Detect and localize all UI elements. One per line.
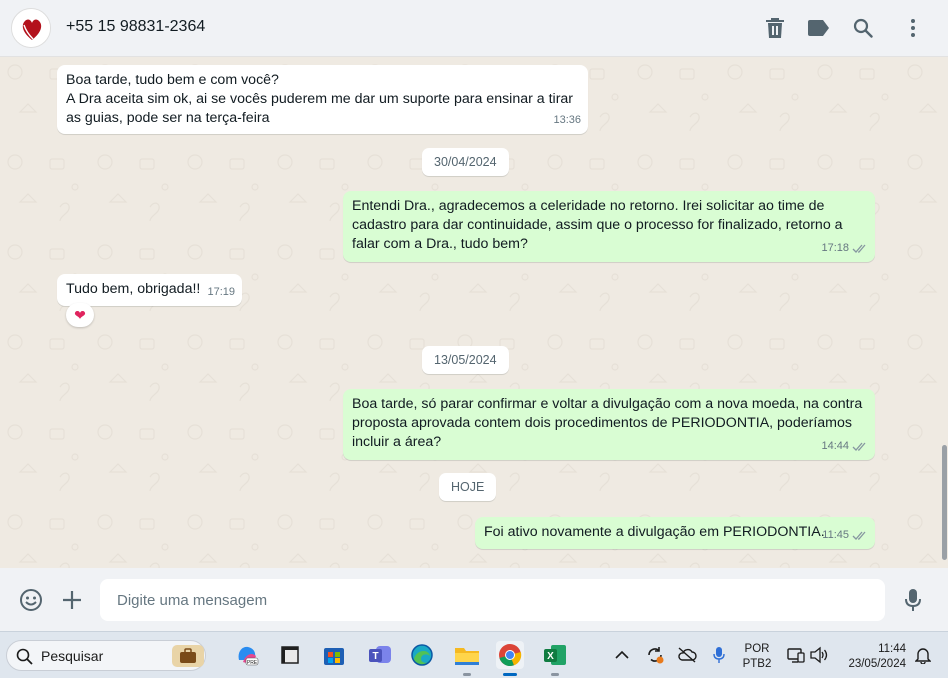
app-running-indicator	[551, 673, 559, 676]
message-meta: 17:18	[821, 239, 868, 258]
keyboard-layout: PTB2	[742, 658, 772, 670]
message-incoming[interactable]: Boa tarde, tudo bem e com você? A Dra ac…	[57, 65, 588, 134]
double-check-icon	[852, 531, 866, 540]
windows-taskbar: Pesquisar PRE T X POR PTB2 11:44 23/05/2…	[0, 631, 948, 678]
language-indicator[interactable]: POR PTB2	[738, 642, 776, 672]
notification-bell-icon[interactable]	[913, 645, 933, 665]
store-icon[interactable]	[320, 641, 348, 669]
message-meta: 13:36	[553, 111, 581, 130]
app-active-indicator	[503, 673, 517, 676]
message-incoming[interactable]: Tudo bem, obrigada!! 17:19	[57, 274, 242, 306]
message-text: Boa tarde, só parar confirmar e voltar a…	[352, 396, 867, 450]
chat-header: +55 15 98831-2364	[0, 0, 948, 57]
message-list[interactable]: Boa tarde, tudo bem e com você? A Dra ac…	[0, 57, 948, 568]
message-text: Foi ativo novamente a divulgação em PERI…	[484, 524, 825, 540]
volume-icon[interactable]	[809, 645, 829, 665]
svg-text:T: T	[372, 651, 378, 662]
message-text: Boa tarde, tudo bem e com você? A Dra ac…	[66, 72, 574, 126]
message-outgoing[interactable]: Foi ativo novamente a divulgação em PERI…	[475, 517, 875, 549]
copilot-icon[interactable]: PRE	[233, 641, 261, 669]
svg-text:X: X	[547, 651, 554, 662]
label-icon[interactable]	[807, 16, 831, 40]
message-composer	[0, 568, 948, 631]
excel-icon[interactable]: X	[541, 641, 569, 676]
message-meta: 17:19	[207, 283, 235, 302]
message-time: 11:45	[822, 529, 849, 541]
message-meta: 14:44	[821, 437, 868, 456]
edge-icon[interactable]	[408, 641, 436, 669]
network-icon[interactable]	[786, 645, 806, 665]
emoji-icon[interactable]	[18, 587, 44, 613]
microphone-icon[interactable]	[900, 587, 926, 613]
date-separator: 13/05/2024	[422, 346, 509, 374]
message-text: Entendi Dra., agradecemos a celeridade n…	[352, 198, 847, 252]
clock-time: 11:44	[878, 643, 906, 655]
sync-icon[interactable]	[645, 645, 665, 665]
cloud-offline-icon[interactable]	[677, 645, 697, 665]
task-view-icon[interactable]	[276, 641, 304, 669]
chevron-up-icon[interactable]	[612, 645, 632, 665]
search-label: Pesquisar	[41, 648, 104, 664]
briefcase-icon	[172, 645, 204, 667]
double-check-icon	[852, 442, 866, 451]
contact-name[interactable]: +55 15 98831-2364	[66, 18, 205, 36]
plus-icon[interactable]	[59, 587, 85, 613]
contact-avatar[interactable]	[11, 8, 51, 48]
chrome-icon[interactable]	[496, 641, 524, 676]
message-input[interactable]	[100, 579, 885, 621]
date-separator: HOJE	[439, 473, 497, 501]
teams-icon[interactable]: T	[366, 641, 394, 669]
message-time: 13:36	[553, 114, 581, 126]
heart-reaction-icon[interactable]: ❤	[66, 303, 94, 327]
microphone-icon[interactable]	[709, 645, 729, 665]
search-icon[interactable]	[851, 16, 875, 40]
message-time: 17:18	[821, 242, 849, 254]
message-time: 14:44	[821, 440, 849, 452]
scrollbar-thumb[interactable]	[942, 445, 947, 560]
menu-dots-icon[interactable]	[901, 16, 925, 40]
message-time: 17:19	[207, 286, 235, 298]
date-separator: 30/04/2024	[422, 148, 509, 176]
search-icon	[16, 648, 33, 665]
file-explorer-icon[interactable]	[453, 641, 481, 676]
app-running-indicator	[463, 673, 471, 676]
double-check-icon	[852, 244, 866, 253]
message-meta: 11:45	[822, 526, 868, 545]
delete-icon[interactable]	[763, 16, 787, 40]
system-clock[interactable]: 11:44 23/05/2024	[836, 642, 906, 672]
message-outgoing[interactable]: Entendi Dra., agradecemos a celeridade n…	[343, 191, 875, 262]
clock-date: 23/05/2024	[848, 658, 906, 670]
heart-logo-icon	[12, 9, 50, 47]
chat-scrollbar[interactable]	[940, 57, 948, 568]
taskbar-search[interactable]: Pesquisar	[6, 640, 206, 671]
message-outgoing[interactable]: Boa tarde, só parar confirmar e voltar a…	[343, 389, 875, 460]
language-code: POR	[744, 643, 770, 655]
svg-text:PRE: PRE	[247, 660, 258, 666]
